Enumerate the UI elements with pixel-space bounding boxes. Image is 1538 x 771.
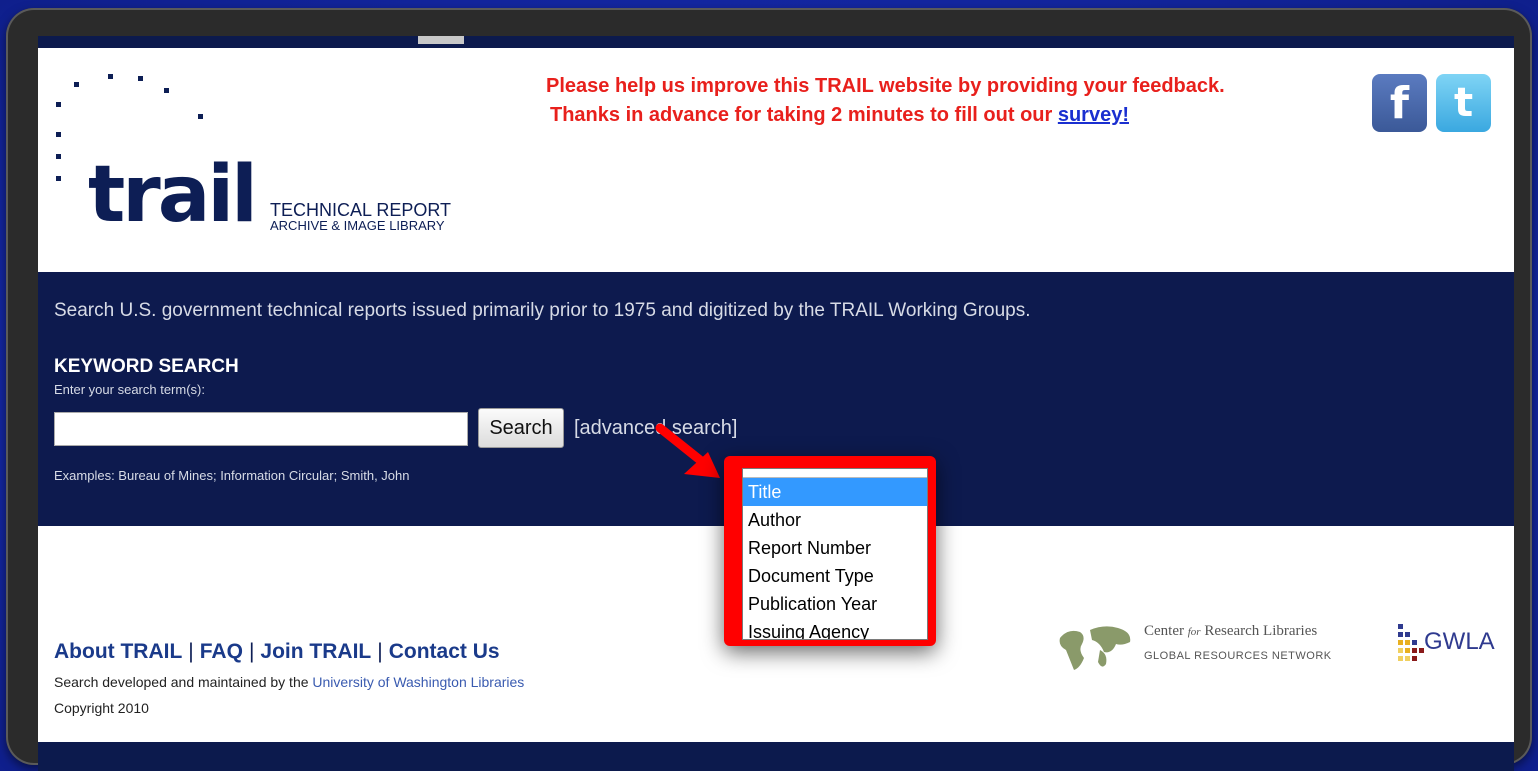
dropdown-option-publication-year[interactable]: Publication Year xyxy=(743,590,927,618)
maintained-by-text: Search developed and maintained by the xyxy=(54,674,313,690)
search-button[interactable]: Search xyxy=(478,408,564,448)
trail-logo: trail xyxy=(88,150,258,240)
about-trail-link[interactable]: About TRAIL xyxy=(54,640,182,663)
red-arrow-icon xyxy=(655,423,720,478)
separator: | xyxy=(248,640,255,663)
crl-name-a: Center xyxy=(1144,623,1188,639)
crl-name-c: Research Libraries xyxy=(1200,623,1318,639)
dropdown-option-document-type[interactable]: Document Type xyxy=(743,562,927,590)
contact-us-link[interactable]: Contact Us xyxy=(389,640,500,663)
search-examples: Examples: Bureau of Mines; Information C… xyxy=(54,468,410,483)
search-hint: Enter your search term(s): xyxy=(54,382,205,397)
world-map-icon xyxy=(1059,626,1131,670)
separator: | xyxy=(377,640,383,663)
logo-tagline: TECHNICAL REPORT ARCHIVE & IMAGE LIBRARY xyxy=(270,200,452,234)
top-bar xyxy=(38,36,1514,48)
footer-nav: About TRAIL | FAQ | Join TRAIL | Contact Us xyxy=(54,640,500,664)
facebook-icon: f xyxy=(1389,77,1410,129)
survey-link[interactable]: survey! xyxy=(1058,104,1129,126)
logo-tagline-1: TECHNICAL REPORT xyxy=(270,200,452,220)
faq-link[interactable]: FAQ xyxy=(200,640,243,663)
copyright: Copyright 2010 xyxy=(54,700,149,716)
dropdown-option-issuing-agency[interactable]: Issuing Agency xyxy=(743,618,927,639)
crl-subtitle: GLOBAL RESOURCES NETWORK xyxy=(1144,650,1332,662)
feedback-line-1: Please help us improve this TRAIL websit… xyxy=(546,75,1225,97)
dropdown-highlight: Title Author Report Number Document Type… xyxy=(724,456,936,646)
dropdown-option-title[interactable]: Title xyxy=(743,478,927,506)
dropdown-header xyxy=(743,469,927,478)
keyword-search-title: KEYWORD SEARCH xyxy=(54,356,239,377)
uw-libraries-link[interactable]: University of Washington Libraries xyxy=(312,674,524,690)
maintained-by: Search developed and maintained by the U… xyxy=(54,674,524,690)
crl-name-b: for xyxy=(1187,626,1201,638)
search-field-dropdown[interactable]: Title Author Report Number Document Type… xyxy=(742,468,928,640)
browser-page: trail TECHNICAL REPORT ARCHIVE & IMAGE L… xyxy=(38,36,1514,771)
logo-tagline-2: ARCHIVE & IMAGE LIBRARY xyxy=(270,218,445,233)
feedback-line-2: Thanks in advance for taking 2 minutes t… xyxy=(546,101,1386,130)
crl-name: Center for Research Libraries xyxy=(1144,623,1317,640)
separator: | xyxy=(188,640,194,663)
presentation-frame: trail TECHNICAL REPORT ARCHIVE & IMAGE L… xyxy=(6,8,1532,771)
search-intro: Search U.S. government technical reports… xyxy=(54,300,1031,321)
dropdown-option-report-number[interactable]: Report Number xyxy=(743,534,927,562)
twitter-icon: t xyxy=(1453,80,1474,126)
top-tab xyxy=(418,36,464,44)
feedback-line-2-text: Thanks in advance for taking 2 minutes t… xyxy=(550,104,1058,126)
twitter-button[interactable]: t xyxy=(1436,74,1491,132)
join-trail-link[interactable]: Join TRAIL xyxy=(260,640,371,663)
dropdown-option-author[interactable]: Author xyxy=(743,506,927,534)
facebook-button[interactable]: f xyxy=(1372,74,1427,132)
gwla-logo: GWLA xyxy=(1424,628,1495,655)
feedback-banner: Please help us improve this TRAIL websit… xyxy=(546,72,1386,130)
search-input[interactable] xyxy=(54,412,468,446)
bottom-bar xyxy=(38,742,1514,771)
